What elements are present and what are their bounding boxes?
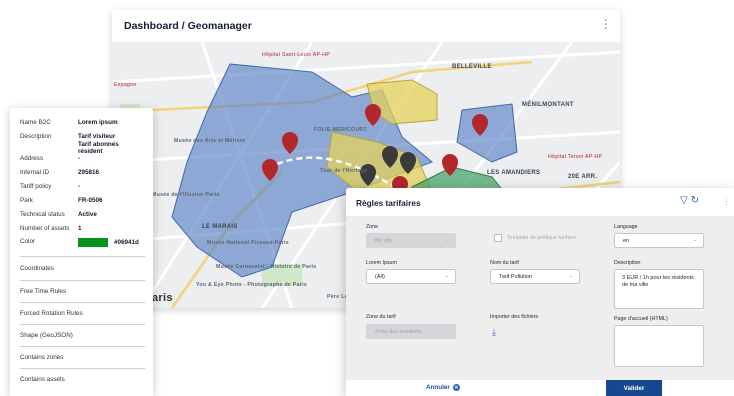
info-row-name: Name B2C Lorem ipsum [20,119,118,126]
map-label-hospital1: Hôpital Saint-Louis AP-HP [262,52,331,58]
map-label-ecole: Musée de l'Illusion Paris [152,192,220,198]
lorem-select[interactable]: (All) ⌄ [366,269,456,284]
info-row-number-assets: Number of assets 1 [20,225,82,232]
tariff-rules-panel: Règles tarifaires ▽ ↻ · · · Zone My city ⌄ … [346,188,734,396]
divider [20,324,145,325]
map-label-menilmontant: MÉNILMONTANT [522,102,574,108]
tariff-name-label: Nom du tarif [490,260,519,266]
map-label-musee-arts: Musée des Arts et Métiers [174,138,246,144]
info-row-internal-id: Internal ID 295816 [20,169,100,176]
info-row-description: Description Tarif visiteur Tarif abonnés … [20,133,119,155]
section-forced-rotation-rules[interactable]: Forced Rotation Rules [20,310,145,317]
section-contains-zones[interactable]: Contains zones [20,354,145,361]
map-label-tour: Tour de l'Horloge [320,168,368,174]
dashboard-menu-icon[interactable]: · · · [604,16,608,35]
map-label-folie: FOLIE-MÉRICOURT [314,127,367,133]
import-label: Importer des fichiers [490,314,538,320]
map-label-amandiers: LES AMANDIERS [487,170,541,176]
description-label: Description [614,260,641,266]
map-label-photo: You & Eye Photo - Photographe de Paris [196,282,308,288]
rules-menu-icon[interactable]: · · · [725,194,728,209]
divider [20,302,145,303]
divider [20,368,145,369]
rules-title: Règles tarifaires [356,198,421,208]
map-label-carnavalet: Musée Carnavalet - Histoire de Paris [216,264,317,270]
divider [20,256,145,257]
map-label-picasso: Musée National Picasso-Paris [207,240,289,246]
info-row-tariff-policy: Tariff policy - [20,183,81,190]
info-row-color: Color #06941d [20,238,139,247]
template-label: Template de politique tarifaire [507,235,577,241]
map-label-arr: 20E ARR. [568,174,598,180]
language-label: Language [614,224,638,230]
asset-info-panel: Name B2C Lorem ipsum Description Tarif v… [10,108,153,396]
chevron-down-icon: ⌄ [444,237,449,243]
rules-footer: Annuler ✕ Valider [346,380,734,396]
filter-icon[interactable]: ▽ [680,195,688,206]
chevron-down-icon: ⌄ [568,273,573,279]
map-label-hospital2: Hôpital Tenon AP-HP [548,154,603,160]
home-page-textarea[interactable] [614,325,704,367]
refresh-icon[interactable]: ↻ [691,195,699,206]
map-label-espagne: Espagne [114,82,137,88]
tariff-name-select[interactable]: Tarif Pollution ⌄ [490,269,580,284]
template-checkbox[interactable] [494,234,502,242]
dashboard-title: Dashboard / Geomanager [124,20,252,32]
section-free-time-rules[interactable]: Free Time Rules [20,288,145,295]
dashboard-header: Dashboard / Geomanager · · · [112,10,620,42]
cancel-button[interactable]: Annuler ✕ [426,384,460,391]
template-checkbox-wrap[interactable]: Template de politique tarifaire [494,234,576,242]
description-textarea[interactable]: 3 EUR / 1h pour les résidents de ma vill… [614,269,704,309]
language-select[interactable]: en ⌄ [614,233,704,248]
zone-select[interactable]: My city ⌄ [366,233,456,248]
lorem-label: Lorem Ipsum [366,260,397,266]
info-row-technical-status: Technical status Active [20,211,97,218]
zone-tarif-label: Zone du tarif [366,314,396,320]
section-coordinates[interactable]: Coordinates [20,265,145,272]
map-label-paris: aris [152,292,173,304]
section-shape-geojson[interactable]: Shape (GeoJSON) [20,332,145,339]
section-contains-assets[interactable]: Contains assets [20,376,145,383]
info-row-park: Park FR-0506 [20,197,103,204]
chevron-down-icon: ⌄ [444,328,449,334]
zone-label: Zone [366,224,379,230]
chevron-down-icon: ⌄ [692,237,697,243]
home-page-label: Page d'accueil (HTML) [614,316,668,322]
divider [20,280,145,281]
download-icon[interactable]: ⤓ [492,327,496,338]
chevron-down-icon: ⌄ [444,273,449,279]
close-icon: ✕ [452,384,460,391]
map-label-marais: LE MARAIS [202,224,238,230]
info-row-address: Address - [20,155,81,162]
validate-button[interactable]: Valider [606,380,662,396]
color-swatch [78,238,108,247]
divider [20,346,145,347]
map-label-belleville: BELLEVILLE [452,64,492,70]
zone-tarif-select[interactable]: Zone des residents ⌄ [366,324,456,339]
rules-header: Règles tarifaires ▽ ↻ · · · [346,188,734,216]
